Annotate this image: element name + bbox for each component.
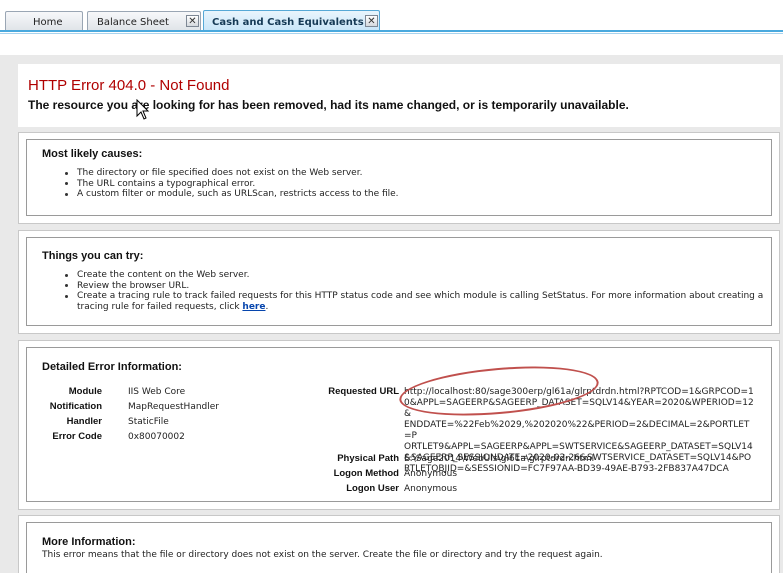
tab-home[interactable]: Home (5, 11, 83, 31)
error-code-value: 0x80070002 (128, 432, 185, 442)
physical-path-value: E:\Sage2014\WebUIs\gl61a\glrptdrdn.html (404, 454, 595, 464)
tab-balance-sheet-label: Balance Sheet (97, 17, 169, 28)
list-item: A custom filter or module, such as URLSc… (65, 189, 399, 199)
module-value: IIS Web Core (128, 387, 186, 397)
tab-cash-label: Cash and Cash Equivalents (212, 17, 364, 28)
handler-label: Handler (66, 416, 102, 427)
tab-balance-sheet[interactable]: Balance Sheet ✕ (87, 11, 201, 31)
more-info-heading: More Information: (42, 536, 136, 548)
try-panel: Things you can try: Create the content o… (18, 230, 780, 334)
causes-panel: Most likely causes: The directory or fil… (18, 132, 780, 224)
details-heading: Detailed Error Information: (42, 361, 182, 373)
notification-value: MapRequestHandler (128, 402, 219, 412)
logon-user-value: Anonymous (404, 484, 458, 494)
logon-user-label: Logon User (346, 483, 399, 494)
tab-bar-underline (0, 30, 783, 32)
mouse-cursor-icon (136, 99, 150, 120)
try-list: Create the content on the Web server. Re… (65, 270, 767, 312)
tab-home-label: Home (33, 17, 63, 28)
causes-heading: Most likely causes: (42, 148, 143, 160)
details-panel: Detailed Error Information: Module IIS W… (18, 340, 780, 510)
page-content: HTTP Error 404.0 - Not Found The resourc… (0, 37, 783, 573)
list-item: The URL contains a typographical error. (65, 179, 399, 190)
here-link[interactable]: here (242, 302, 265, 312)
physical-path-label: Physical Path (337, 453, 399, 464)
logon-method-value: Anonymous (404, 469, 458, 479)
module-label: Module (68, 386, 102, 397)
tab-bar: Home Balance Sheet ✕ Cash and Cash Equiv… (0, 0, 783, 36)
list-item: Create the content on the Web server. (65, 270, 767, 281)
error-code-label: Error Code (52, 431, 102, 442)
causes-list: The directory or file specified does not… (65, 168, 399, 200)
more-info-text: This error means that the file or direct… (42, 550, 603, 560)
more-info-panel: More Information: This error means that … (18, 515, 780, 573)
requested-url-label: Requested URL (328, 386, 399, 397)
close-icon[interactable]: ✕ (186, 15, 199, 27)
list-item: Review the browser URL. (65, 281, 767, 292)
handler-value: StaticFile (128, 417, 169, 427)
try-heading: Things you can try: (42, 250, 144, 262)
error-header: HTTP Error 404.0 - Not Found The resourc… (18, 64, 780, 127)
list-item: The directory or file specified does not… (65, 168, 399, 179)
error-title: HTTP Error 404.0 - Not Found (28, 77, 230, 94)
close-icon[interactable]: ✕ (365, 15, 378, 27)
error-subtitle: The resource you are looking for has bee… (28, 98, 629, 112)
notification-label: Notification (49, 401, 102, 412)
list-item: Create a tracing rule to track failed re… (65, 291, 767, 312)
logon-method-label: Logon Method (333, 468, 399, 479)
tab-cash-and-cash-equivalents[interactable]: Cash and Cash Equivalents ✕ (203, 10, 380, 32)
tab-bar-underline-light (0, 33, 783, 34)
